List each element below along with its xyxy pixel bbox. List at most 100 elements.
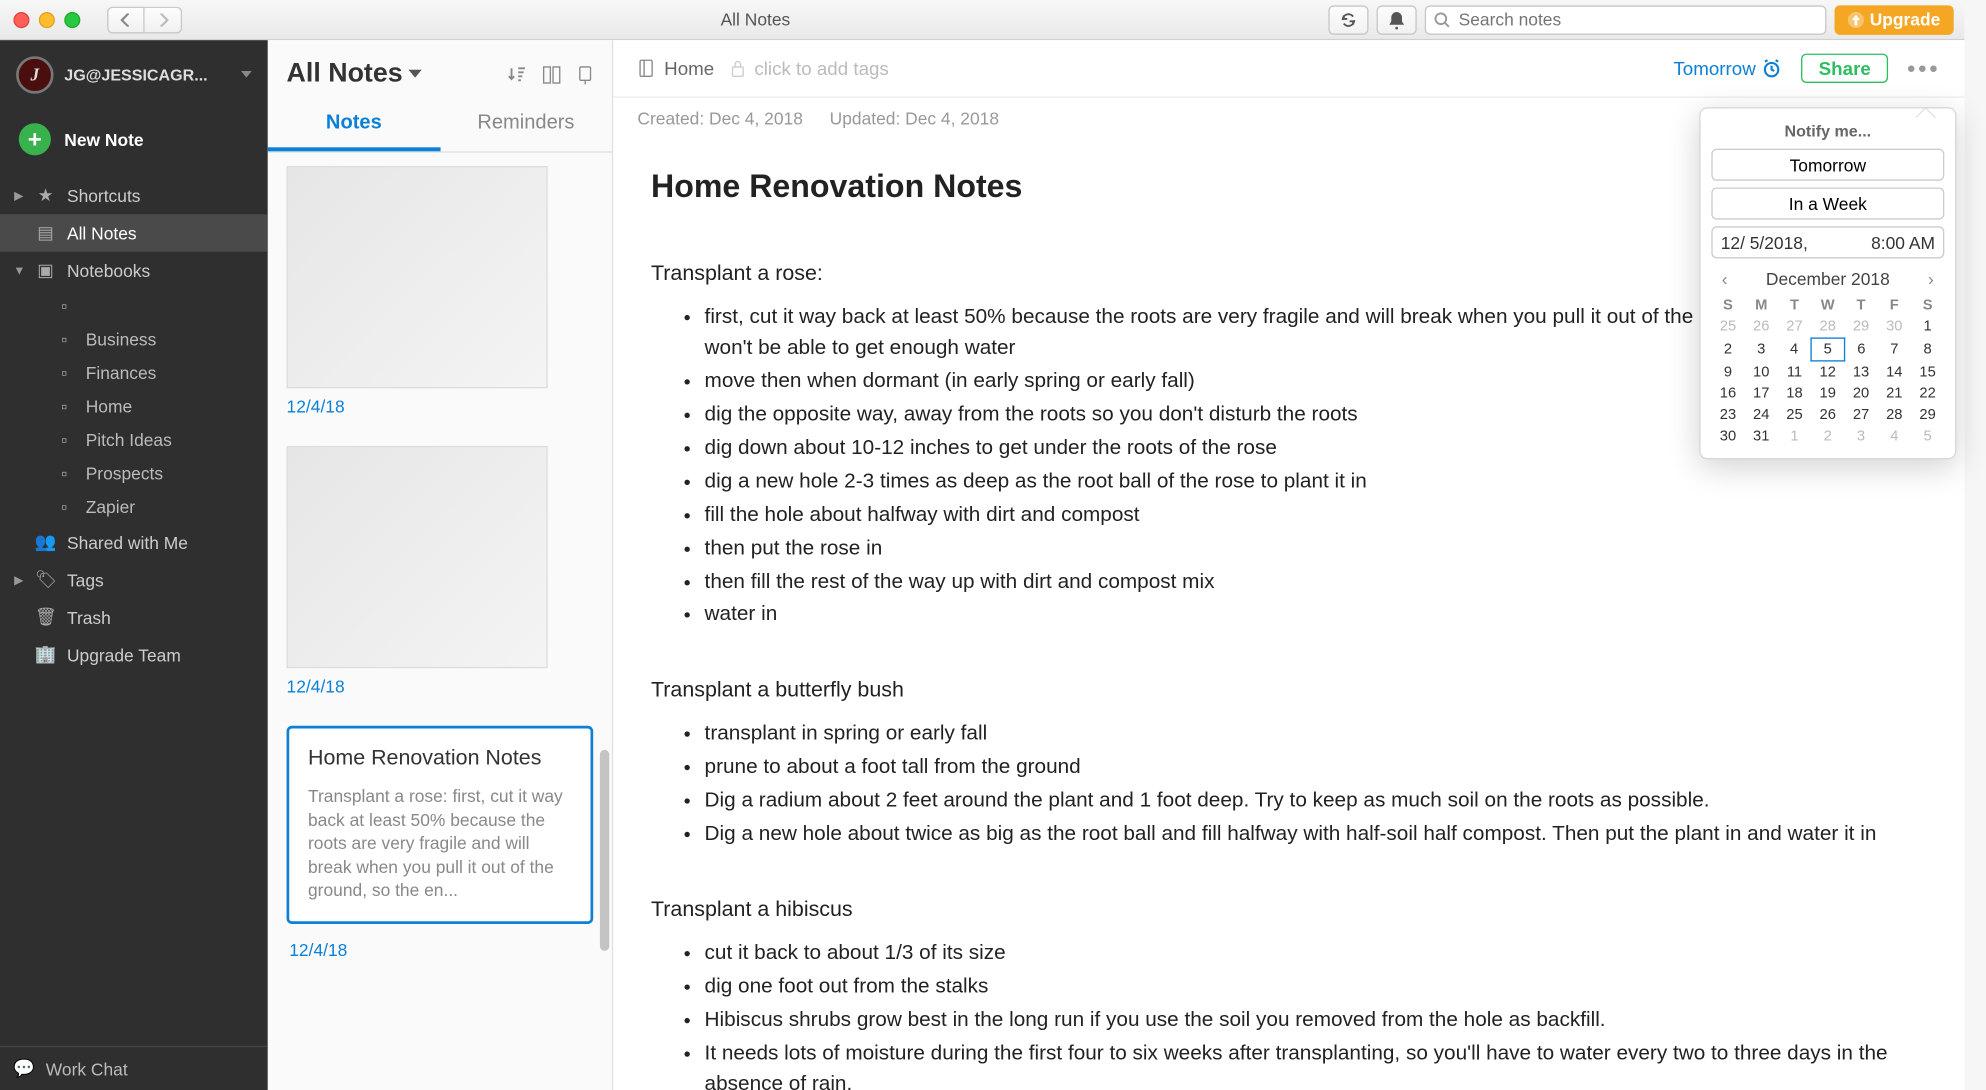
- calendar-day[interactable]: 7: [1878, 338, 1911, 361]
- calendar-day[interactable]: 16: [1711, 383, 1744, 404]
- list-item[interactable]: cut it back to about 1/3 of its size: [704, 939, 1927, 970]
- calendar-day[interactable]: 9: [1711, 361, 1744, 383]
- calendar-day[interactable]: 26: [1745, 316, 1778, 338]
- sort-button[interactable]: [508, 65, 527, 84]
- list-item[interactable]: then put the rose in: [704, 534, 1927, 565]
- minimize-window-button[interactable]: [39, 11, 55, 27]
- calendar-day[interactable]: 18: [1778, 383, 1811, 404]
- sidebar-notebook-item[interactable]: ▫Business: [40, 323, 268, 356]
- search-input[interactable]: [1425, 5, 1827, 34]
- list-item[interactable]: fill the hole about halfway with dirt an…: [704, 500, 1927, 531]
- calendar-day[interactable]: 22: [1911, 383, 1944, 404]
- calendar-day[interactable]: 1: [1911, 316, 1944, 338]
- calendar-day[interactable]: 15: [1911, 361, 1944, 383]
- calendar-day[interactable]: 27: [1844, 404, 1877, 425]
- calendar-day[interactable]: 13: [1844, 361, 1877, 383]
- note-card[interactable]: 12/4/18: [287, 166, 594, 438]
- bullet-list[interactable]: cut it back to about 1/3 of its sizedig …: [651, 939, 1927, 1090]
- calendar-day[interactable]: 10: [1745, 361, 1778, 383]
- calendar-day[interactable]: 14: [1878, 361, 1911, 383]
- calendar-day[interactable]: 29: [1844, 316, 1877, 338]
- sidebar-tags[interactable]: ▶ 🏷 Tags: [0, 561, 268, 598]
- calendar-day[interactable]: 1: [1778, 426, 1811, 447]
- next-month-button[interactable]: ›: [1920, 269, 1941, 289]
- sidebar-notebook-item[interactable]: ▫Finances: [40, 356, 268, 389]
- note-card-selected[interactable]: Home Renovation Notes Transplant a rose:…: [287, 726, 594, 924]
- sidebar-shortcuts[interactable]: ▶ ★ Shortcuts: [0, 177, 268, 214]
- remind-in-a-week-button[interactable]: In a Week: [1711, 187, 1944, 219]
- search-field[interactable]: [1459, 9, 1818, 29]
- calendar-day[interactable]: 25: [1711, 316, 1744, 338]
- share-button[interactable]: Share: [1801, 54, 1888, 83]
- note-card[interactable]: 12/4/18: [287, 446, 594, 718]
- view-toggle-button[interactable]: [542, 65, 561, 84]
- calendar-day[interactable]: 30: [1878, 316, 1911, 338]
- calendar-day[interactable]: 5: [1811, 338, 1844, 361]
- tab-reminders[interactable]: Reminders: [440, 98, 612, 152]
- scrollbar-thumb[interactable]: [600, 750, 609, 951]
- sidebar-all-notes[interactable]: ▤ All Notes: [0, 214, 268, 251]
- calendar-day[interactable]: 11: [1778, 361, 1811, 383]
- calendar-day[interactable]: 12: [1811, 361, 1844, 383]
- close-window-button[interactable]: [13, 11, 29, 27]
- account-switcher[interactable]: J JG@JESSICAGR...: [0, 40, 268, 110]
- sidebar-notebook-item[interactable]: ▫: [40, 289, 268, 322]
- list-item[interactable]: It needs lots of moisture during the fir…: [704, 1039, 1927, 1090]
- calendar-day[interactable]: 29: [1911, 404, 1944, 425]
- prev-month-button[interactable]: ‹: [1714, 269, 1735, 289]
- reminder-button[interactable]: Tomorrow: [1673, 58, 1782, 79]
- calendar-day[interactable]: 24: [1745, 404, 1778, 425]
- notebook-crumb[interactable]: Home: [637, 58, 714, 79]
- list-item[interactable]: Hibiscus shrubs grow best in the long ru…: [704, 1006, 1927, 1037]
- work-chat-button[interactable]: 💬 Work Chat: [0, 1046, 268, 1090]
- list-item[interactable]: Dig a new hole about twice as big as the…: [704, 820, 1927, 851]
- calendar-day[interactable]: 21: [1878, 383, 1911, 404]
- sidebar-notebook-item[interactable]: ▫Prospects: [40, 457, 268, 490]
- sidebar-notebook-item[interactable]: ▫Zapier: [40, 490, 268, 523]
- calendar-day[interactable]: 25: [1778, 404, 1811, 425]
- calendar-day[interactable]: 20: [1844, 383, 1877, 404]
- tab-notes[interactable]: Notes: [268, 98, 440, 152]
- list-item[interactable]: transplant in spring or early fall: [704, 720, 1927, 751]
- notifications-button[interactable]: [1377, 5, 1417, 34]
- filter-button[interactable]: [577, 65, 593, 84]
- sidebar-notebooks[interactable]: ▼ ▣ Notebooks: [0, 252, 268, 289]
- calendar-day[interactable]: 26: [1811, 404, 1844, 425]
- calendar-day[interactable]: 31: [1745, 426, 1778, 447]
- calendar-day[interactable]: 28: [1811, 316, 1844, 338]
- calendar-day[interactable]: 2: [1711, 338, 1744, 361]
- calendar-day[interactable]: 4: [1778, 338, 1811, 361]
- calendar-day[interactable]: 3: [1745, 338, 1778, 361]
- sync-button[interactable]: [1329, 5, 1369, 34]
- sidebar-trash[interactable]: 🗑 Trash: [0, 599, 268, 636]
- more-button[interactable]: •••: [1907, 54, 1940, 82]
- list-item[interactable]: prune to about a foot tall from the grou…: [704, 753, 1927, 784]
- calendar-day[interactable]: 23: [1711, 404, 1744, 425]
- bullet-list[interactable]: transplant in spring or early fallprune …: [651, 720, 1927, 851]
- list-item[interactable]: dig one foot out from the stalks: [704, 972, 1927, 1003]
- section-heading[interactable]: Transplant a hibiscus: [651, 899, 1927, 923]
- calendar-day[interactable]: 19: [1811, 383, 1844, 404]
- new-note-button[interactable]: + New Note: [0, 110, 268, 169]
- calendar-day[interactable]: 8: [1911, 338, 1944, 361]
- notelist-title[interactable]: All Notes: [287, 59, 422, 90]
- maximize-window-button[interactable]: [64, 11, 80, 27]
- calendar-day[interactable]: 27: [1778, 316, 1811, 338]
- calendar-day[interactable]: 2: [1811, 426, 1844, 447]
- calendar-day[interactable]: 6: [1844, 338, 1877, 361]
- calendar-day[interactable]: 30: [1711, 426, 1744, 447]
- calendar-day[interactable]: 17: [1745, 383, 1778, 404]
- list-item[interactable]: then fill the rest of the way up with di…: [704, 567, 1927, 598]
- calendar-day[interactable]: 4: [1878, 426, 1911, 447]
- list-item[interactable]: water in: [704, 600, 1927, 631]
- remind-tomorrow-button[interactable]: Tomorrow: [1711, 149, 1944, 181]
- section-heading[interactable]: Transplant a butterfly bush: [651, 679, 1927, 703]
- upgrade-button[interactable]: Upgrade: [1835, 5, 1954, 34]
- sidebar-upgrade-team[interactable]: 🏢 Upgrade Team: [0, 636, 268, 673]
- note-list-scroll[interactable]: 12/4/18 12/4/18 Home Renovation Notes Tr…: [268, 153, 612, 1090]
- calendar-day[interactable]: 28: [1878, 404, 1911, 425]
- forward-button[interactable]: [145, 6, 182, 33]
- tags-input[interactable]: click to add tags: [730, 58, 889, 79]
- sidebar-notebook-item[interactable]: ▫Home: [40, 390, 268, 423]
- sidebar-notebook-item[interactable]: ▫Pitch Ideas: [40, 423, 268, 456]
